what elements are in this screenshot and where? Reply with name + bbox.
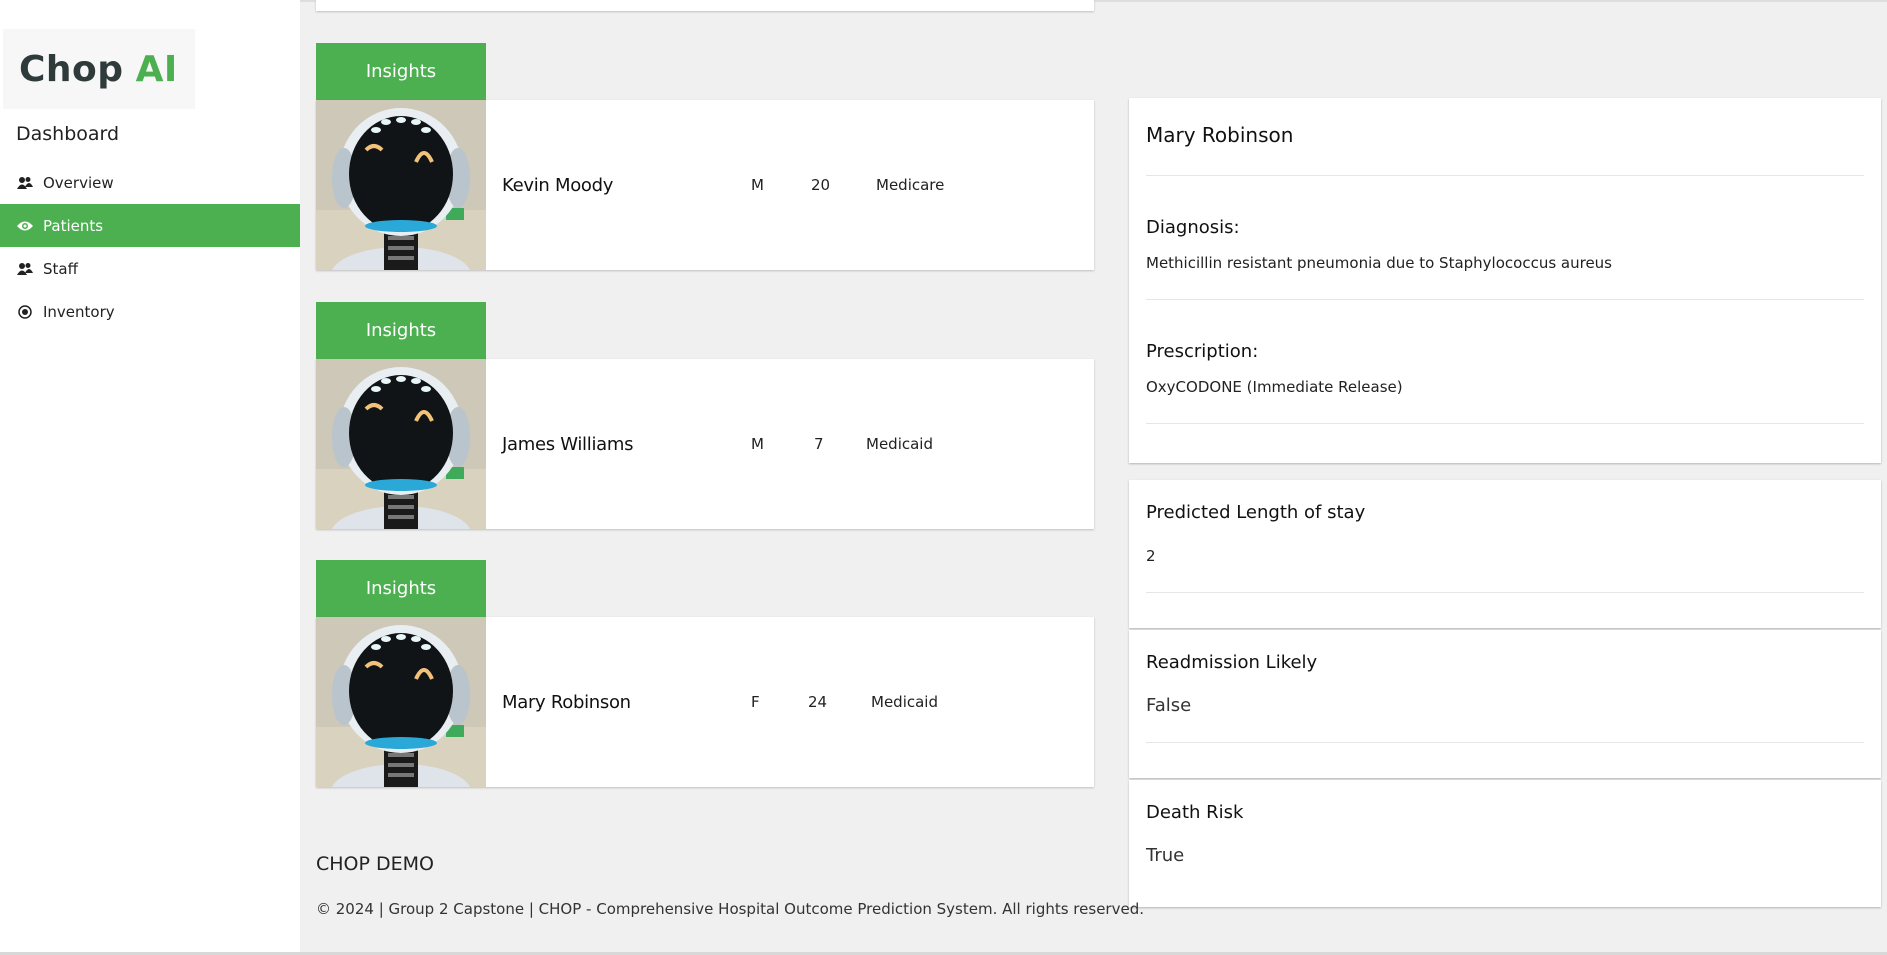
- patient-row[interactable]: James Williams M 7 Medicaid: [316, 359, 1094, 529]
- patient-row[interactable]: Kevin Moody M 20 Medicare: [316, 100, 1094, 270]
- sidebar-item-staff[interactable]: Staff: [0, 247, 300, 290]
- footer-title: CHOP DEMO: [316, 853, 434, 875]
- patient-avatar: [316, 0, 486, 11]
- users-icon: [17, 261, 33, 277]
- los-panel: Predicted Length of stay 2: [1129, 480, 1881, 628]
- sidebar-item-label: Overview: [43, 173, 114, 192]
- prescription-label: Prescription:: [1146, 341, 1259, 362]
- patient-avatar: [316, 100, 486, 270]
- brand-name: Chop: [19, 48, 124, 90]
- patient-insurance: Medicare: [876, 176, 945, 194]
- insights-button[interactable]: Insights: [316, 43, 486, 100]
- sidebar-nav: Overview Patients Staff Inventory: [0, 161, 300, 333]
- sidebar-title: Dashboard: [16, 123, 120, 145]
- patient-details-panel: Mary Robinson Diagnosis: Methicillin res…: [1129, 98, 1881, 463]
- patient-insurance: Medicaid: [871, 693, 938, 711]
- los-value: 2: [1146, 547, 1156, 565]
- patient-insurance: Medicaid: [866, 435, 933, 453]
- prescription-value: OxyCODONE (Immediate Release): [1146, 378, 1403, 396]
- patient-name: Kevin Moody: [502, 174, 614, 196]
- brand-suffix: AI: [135, 48, 178, 90]
- eye-icon: [17, 218, 33, 234]
- details-patient-name: Mary Robinson: [1146, 123, 1294, 147]
- diagnosis-value: Methicillin resistant pneumonia due to S…: [1146, 254, 1612, 272]
- patient-card: Insights Kevin Moody M 20 Medicare: [316, 43, 1094, 270]
- patient-name: Mary Robinson: [502, 691, 631, 713]
- sidebar-item-label: Staff: [43, 259, 78, 278]
- divider: [1146, 299, 1864, 300]
- sidebar-item-patients[interactable]: Patients: [0, 204, 300, 247]
- patient-age: 7: [814, 435, 824, 453]
- patient-age: 24: [808, 693, 828, 711]
- death-risk-value: True: [1146, 845, 1185, 866]
- patient-age: 20: [811, 176, 831, 194]
- sidebar-item-inventory[interactable]: Inventory: [0, 290, 300, 333]
- sidebar-item-label: Patients: [43, 216, 104, 235]
- patient-card: Insights Mary Robinson F 24 Medicaid: [316, 560, 1094, 787]
- patient-sex: F: [751, 693, 760, 711]
- death-risk-label: Death Risk: [1146, 802, 1244, 823]
- divider: [1146, 175, 1864, 176]
- insights-button[interactable]: Insights: [316, 560, 486, 617]
- sidebar-item-overview[interactable]: Overview: [0, 161, 300, 204]
- divider: [1146, 423, 1864, 424]
- patient-card-partial: [316, 0, 1094, 11]
- patient-sex: M: [751, 435, 764, 453]
- insights-button[interactable]: Insights: [316, 302, 486, 359]
- readmission-value: False: [1146, 695, 1192, 716]
- patient-card: Insights James Williams M 7 Medicaid: [316, 302, 1094, 529]
- brand-logo[interactable]: Chop AI: [3, 29, 195, 109]
- patient-avatar: [316, 617, 486, 787]
- footer-copyright: © 2024 | Group 2 Capstone | CHOP - Compr…: [316, 900, 1144, 918]
- divider: [1146, 742, 1864, 743]
- sidebar: Chop AI Dashboard Overview Patients Staf…: [0, 0, 300, 955]
- diagnosis-label: Diagnosis:: [1146, 217, 1240, 238]
- users-icon: [17, 175, 33, 191]
- patient-name: James Williams: [502, 433, 634, 455]
- readmission-label: Readmission Likely: [1146, 652, 1318, 673]
- patient-avatar: [316, 359, 486, 529]
- readmission-panel: Readmission Likely False: [1129, 630, 1881, 778]
- patient-sex: M: [751, 176, 764, 194]
- patient-row[interactable]: Mary Robinson F 24 Medicaid: [316, 617, 1094, 787]
- los-label: Predicted Length of stay: [1146, 502, 1366, 523]
- divider: [1146, 592, 1864, 593]
- target-icon: [17, 304, 33, 320]
- sidebar-item-label: Inventory: [43, 302, 115, 321]
- death-risk-panel: Death Risk True: [1129, 780, 1881, 907]
